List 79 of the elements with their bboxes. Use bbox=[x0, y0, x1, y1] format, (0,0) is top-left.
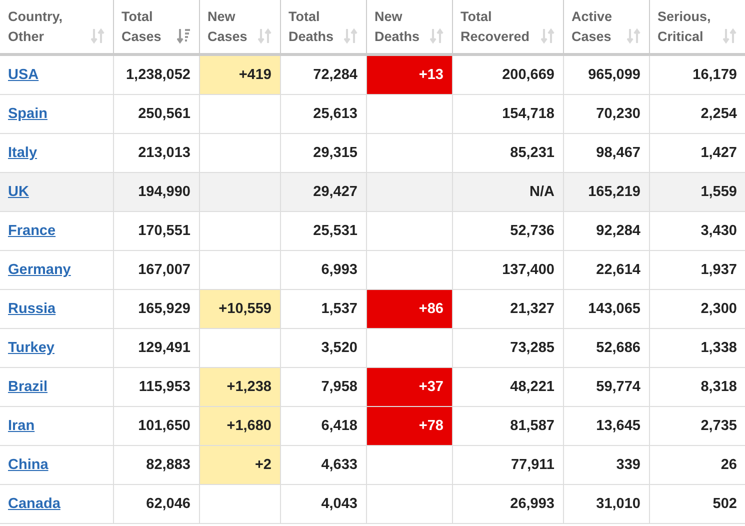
country-link[interactable]: Spain bbox=[8, 106, 48, 122]
table-cell: +86 bbox=[366, 290, 452, 328]
table-cell: +2 bbox=[199, 446, 280, 484]
table-cell: 62,046 bbox=[113, 484, 199, 524]
country-link[interactable]: USA bbox=[8, 67, 39, 83]
table-cell: 52,686 bbox=[563, 328, 649, 368]
table-cell: 92,284 bbox=[563, 212, 649, 250]
table-cell: 129,491 bbox=[113, 328, 199, 368]
table-cell: 22,614 bbox=[563, 250, 649, 290]
table-cell: 4,043 bbox=[280, 484, 366, 524]
table-cell: 965,099 bbox=[563, 54, 649, 94]
table-cell: 73,285 bbox=[452, 328, 563, 368]
table-cell: 25,531 bbox=[280, 212, 366, 250]
table-cell: 1,238,052 bbox=[113, 54, 199, 94]
table-cell: 81,587 bbox=[452, 406, 563, 446]
table-cell: 6,418 bbox=[280, 406, 366, 446]
table-cell: 72,284 bbox=[280, 54, 366, 94]
country-link[interactable]: Italy bbox=[8, 145, 38, 161]
sort-icon bbox=[176, 28, 190, 44]
country-link[interactable]: Russia bbox=[8, 301, 56, 317]
country-link[interactable]: France bbox=[8, 223, 56, 239]
table-cell: 25,613 bbox=[280, 94, 366, 134]
table-cell: 200,669 bbox=[452, 54, 563, 94]
table-cell: 21,327 bbox=[452, 290, 563, 328]
table-cell: 3,520 bbox=[280, 328, 366, 368]
sort-icon bbox=[723, 28, 737, 44]
table-cell: 137,400 bbox=[452, 250, 563, 290]
table-cell: 165,929 bbox=[113, 290, 199, 328]
table-cell: +1,680 bbox=[199, 406, 280, 446]
sort-icon bbox=[344, 28, 358, 44]
country-link[interactable]: Iran bbox=[8, 418, 35, 434]
table-cell: +10,559 bbox=[199, 290, 280, 328]
table-cell: +419 bbox=[199, 54, 280, 94]
column-header[interactable]: Total Deaths bbox=[280, 0, 366, 54]
table-cell: 194,990 bbox=[113, 172, 199, 212]
table-cell: 165,219 bbox=[563, 172, 649, 212]
country-link[interactable]: UK bbox=[8, 184, 29, 200]
table-cell: 59,774 bbox=[563, 368, 649, 406]
column-header[interactable]: Serious, Critical bbox=[649, 0, 745, 54]
table-cell: +1,238 bbox=[199, 368, 280, 406]
sort-icon bbox=[626, 28, 640, 44]
table-cell: 70,230 bbox=[563, 94, 649, 134]
table-cell: N/A bbox=[452, 172, 563, 212]
table-cell: 13,645 bbox=[563, 406, 649, 446]
table-cell: 154,718 bbox=[452, 94, 563, 134]
country-link[interactable]: Canada bbox=[8, 496, 60, 512]
table-cell: +37 bbox=[366, 368, 452, 406]
sort-icon bbox=[258, 28, 272, 44]
table-cell: 101,650 bbox=[113, 406, 199, 446]
column-header[interactable]: Country, Other bbox=[0, 0, 113, 54]
sort-icon bbox=[90, 28, 104, 44]
table-cell: 167,007 bbox=[113, 250, 199, 290]
table-cell: 170,551 bbox=[113, 212, 199, 250]
column-header[interactable]: Active Cases bbox=[563, 0, 649, 54]
sort-icon bbox=[540, 28, 554, 44]
table-cell: 77,911 bbox=[452, 446, 563, 484]
country-link[interactable]: Turkey bbox=[8, 340, 54, 356]
table-cell: 4,633 bbox=[280, 446, 366, 484]
table-cell: 115,953 bbox=[113, 368, 199, 406]
table-cell: 48,221 bbox=[452, 368, 563, 406]
table-cell: 52,736 bbox=[452, 212, 563, 250]
table-cell: 1,537 bbox=[280, 290, 366, 328]
table-cell: 143,065 bbox=[563, 290, 649, 328]
table-cell: 339 bbox=[563, 446, 649, 484]
column-header[interactable]: Total Cases bbox=[113, 0, 199, 54]
country-link[interactable]: Brazil bbox=[8, 379, 48, 395]
table-cell: 7,958 bbox=[280, 368, 366, 406]
table-cell: 82,883 bbox=[113, 446, 199, 484]
table-cell: 6,993 bbox=[280, 250, 366, 290]
table-cell: 1,559 bbox=[649, 172, 745, 212]
table-cell: +13 bbox=[366, 56, 452, 94]
sort-icon bbox=[430, 28, 444, 44]
table-cell: 31,010 bbox=[563, 484, 649, 524]
table-cell: +78 bbox=[366, 407, 452, 445]
table-cell: 29,427 bbox=[280, 172, 366, 212]
table-cell: 250,561 bbox=[113, 94, 199, 134]
column-header[interactable]: Total Recovered bbox=[452, 0, 563, 54]
table-cell: 26,993 bbox=[452, 484, 563, 524]
country-link[interactable]: China bbox=[8, 457, 48, 473]
